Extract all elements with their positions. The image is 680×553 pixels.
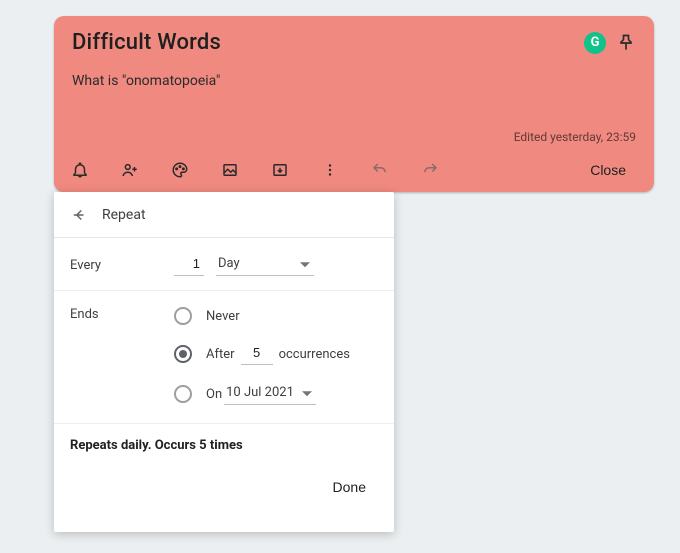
every-label: Every — [70, 258, 174, 273]
every-unit-label: Day — [218, 256, 240, 271]
close-button[interactable]: Close — [580, 156, 636, 184]
on-date-label: 10 Jul 2021 — [226, 385, 294, 400]
edited-label: Edited yesterday, 23:59 — [514, 130, 636, 144]
note-title[interactable]: Difficult Words — [72, 30, 576, 55]
after-label: After — [206, 347, 235, 362]
every-unit-select[interactable]: Day — [216, 254, 314, 276]
ends-on-row[interactable]: On 10 Jul 2021 — [174, 383, 378, 405]
ends-options: Never After occurrences On 10 Jul 2021 — [174, 307, 378, 423]
image-icon[interactable] — [220, 160, 240, 180]
after-value-input[interactable] — [241, 343, 273, 365]
reminder-icon[interactable] — [70, 160, 90, 180]
note-card: Difficult Words G What is "onomatopoeia"… — [54, 16, 654, 192]
note-body[interactable]: What is "onomatopoeia" — [72, 73, 636, 89]
on-label: On — [206, 387, 222, 402]
redo-icon[interactable] — [420, 160, 440, 180]
note-toolbar: Close — [54, 148, 654, 192]
repeat-footer: Done — [54, 465, 394, 519]
collaborator-icon[interactable] — [120, 160, 140, 180]
repeat-summary: Repeats daily. Occurs 5 times — [54, 424, 394, 465]
every-row: Every Day — [54, 238, 394, 291]
palette-icon[interactable] — [170, 160, 190, 180]
chevron-down-icon — [300, 262, 310, 267]
ends-block: Ends Never After occurrences On 10 Jul 2… — [54, 291, 394, 424]
radio-after[interactable] — [174, 345, 192, 363]
grammarly-icon[interactable]: G — [584, 32, 606, 54]
radio-never[interactable] — [174, 307, 192, 325]
repeat-title: Repeat — [102, 207, 146, 223]
archive-icon[interactable] — [270, 160, 290, 180]
every-value-input[interactable] — [174, 254, 204, 276]
more-icon[interactable] — [320, 160, 340, 180]
ends-after-row[interactable]: After occurrences — [174, 343, 378, 365]
done-button[interactable]: Done — [321, 471, 378, 503]
ends-never-row[interactable]: Never — [174, 307, 378, 325]
never-label: Never — [206, 309, 240, 324]
ends-label: Ends — [70, 307, 174, 423]
undo-icon[interactable] — [370, 160, 390, 180]
note-title-row: Difficult Words G — [72, 30, 636, 55]
radio-on[interactable] — [174, 385, 192, 403]
occurrences-label: occurrences — [279, 347, 350, 362]
pin-icon[interactable] — [616, 33, 636, 53]
repeat-popover: Repeat Every Day Ends Never After occurr… — [54, 192, 394, 532]
chevron-down-icon — [302, 391, 312, 396]
on-date-select[interactable]: 10 Jul 2021 — [224, 383, 316, 405]
back-icon[interactable] — [66, 202, 92, 228]
repeat-header: Repeat — [54, 192, 394, 238]
